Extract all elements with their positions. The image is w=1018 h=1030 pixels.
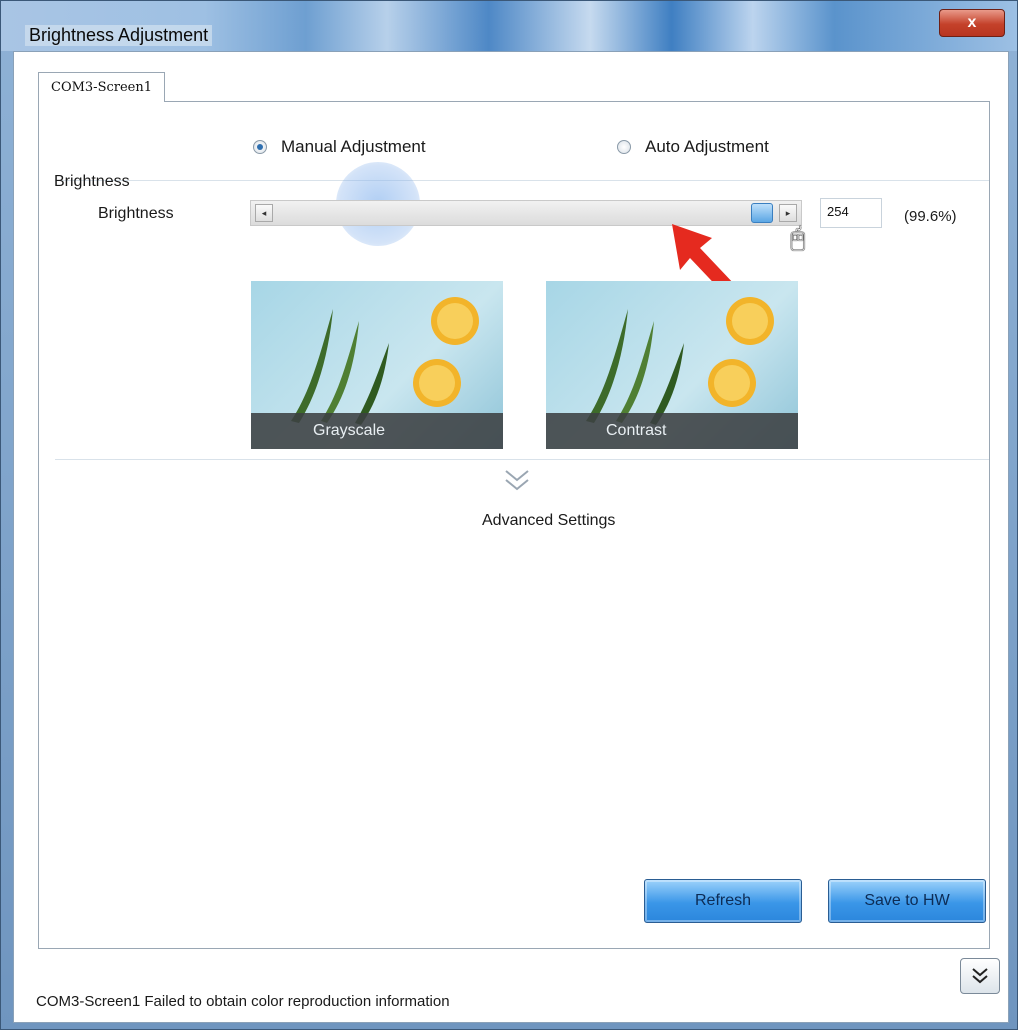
slider-right-arrow-icon[interactable]: ▸ [779,204,797,222]
title-bar[interactable]: Brightness Adjustment x [1,1,1017,51]
contrast-caption: Contrast [546,413,798,449]
brightness-adjustment-window: Brightness Adjustment x COM3-Screen1 Man… [0,0,1018,1030]
grayscale-card[interactable]: Grayscale [251,281,503,449]
slider-thumb[interactable] [751,203,774,223]
refresh-button[interactable]: Refresh [644,879,802,923]
auto-adjustment-label: Auto Adjustment [645,137,769,156]
close-button[interactable]: x [939,9,1005,37]
manual-adjustment-label: Manual Adjustment [281,137,426,156]
save-to-hw-button[interactable]: Save to HW [828,879,986,923]
brightness-group-label: Brightness [54,173,130,190]
brightness-value-input[interactable]: 254 [820,198,882,228]
auto-adjustment-radio[interactable]: Auto Adjustment [617,137,769,157]
contrast-card[interactable]: Contrast [546,281,798,449]
brightness-percent: (99.6%) [904,208,957,225]
expand-button[interactable] [960,958,1000,994]
radio-selected-icon [253,140,267,154]
tab-com3-screen1[interactable]: COM3-Screen1 [38,72,166,102]
double-chevron-down-icon [972,968,988,984]
window-title: Brightness Adjustment [25,25,213,46]
slider-left-arrow-icon[interactable]: ◂ [255,204,273,222]
radio-unselected-icon [617,140,631,154]
client-area: COM3-Screen1 Manual Adjustment Auto Adju… [13,51,1009,1023]
manual-adjustment-radio[interactable]: Manual Adjustment [253,137,426,157]
brightness-label: Brightness [98,205,174,222]
grayscale-caption: Grayscale [251,413,503,449]
advanced-settings-link[interactable]: Advanced Settings [482,512,615,530]
double-chevron-down-icon[interactable] [502,465,532,495]
close-icon: x [967,14,977,31]
mouse-cursor-icon: 🖰 [790,222,806,252]
grayscale-label: Grayscale [313,422,386,439]
contrast-label: Contrast [606,422,667,439]
status-message: COM3-Screen1 Failed to obtain color repr… [36,993,450,1010]
